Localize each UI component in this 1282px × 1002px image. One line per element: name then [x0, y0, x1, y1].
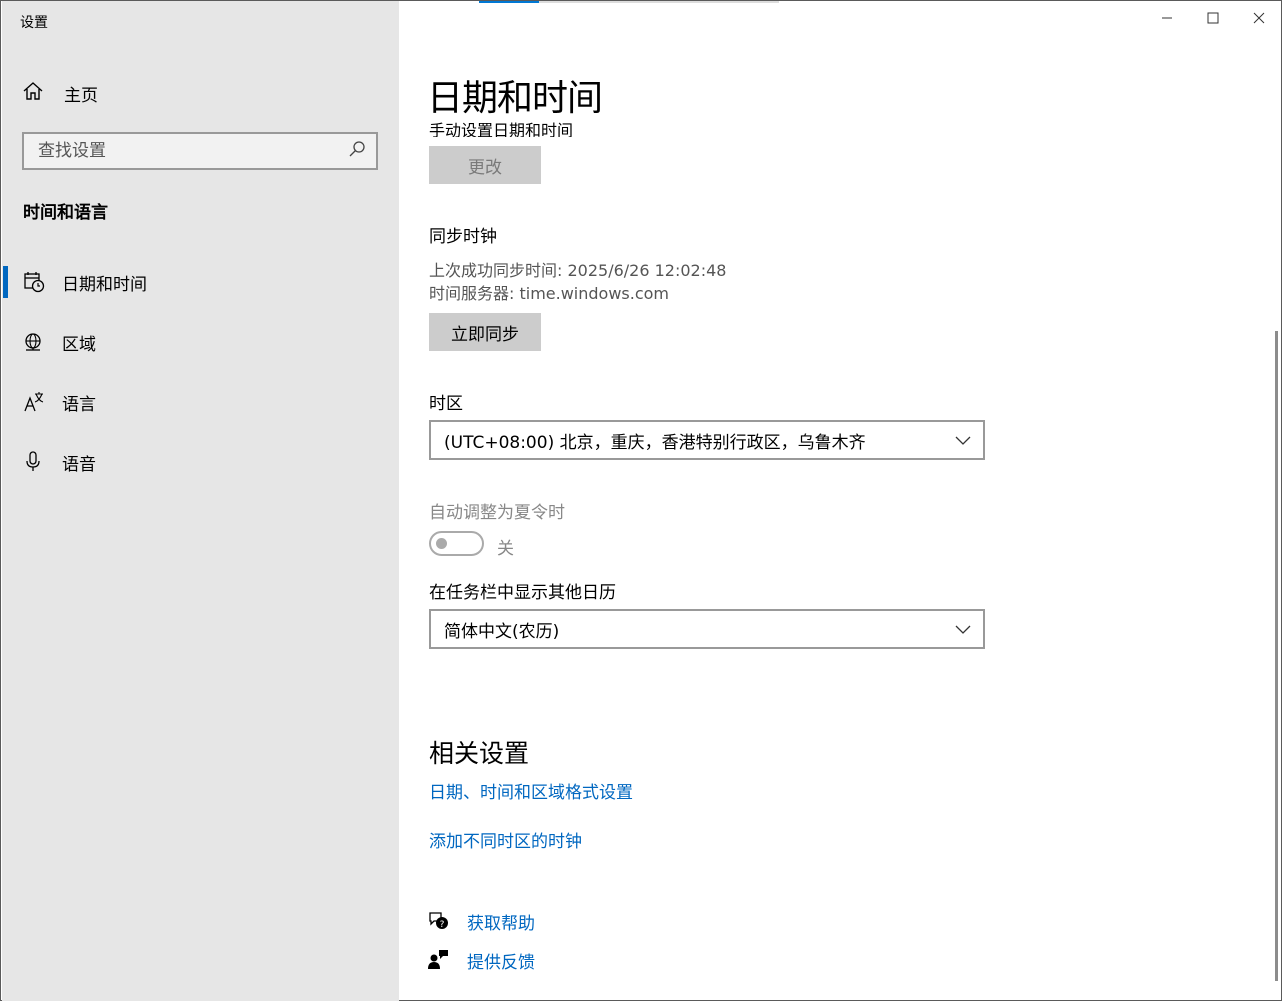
timezone-select[interactable]: (UTC+08:00) 北京，重庆，香港特别行政区，乌鲁木齐 [429, 420, 985, 460]
close-button[interactable] [1236, 5, 1282, 31]
section-title: 时间和语言 [23, 203, 108, 223]
change-button[interactable]: 更改 [429, 146, 541, 184]
vertical-scrollbar[interactable] [1275, 331, 1278, 981]
indicator [3, 446, 8, 478]
svg-text:?: ? [440, 920, 445, 930]
manual-set-label: 手动设置日期和时间 [429, 121, 574, 137]
sidebar-item-region[interactable]: 区域 [3, 322, 399, 362]
globe-icon [23, 331, 45, 353]
feedback-link[interactable]: 提供反馈 [467, 948, 535, 973]
maximize-icon [1207, 12, 1219, 24]
last-sync-text: 上次成功同步时间: 2025/6/26 12:02:48 [429, 261, 727, 280]
search-input[interactable] [36, 140, 348, 162]
get-help-link[interactable]: 获取帮助 [467, 909, 535, 934]
search-icon[interactable] [348, 140, 366, 162]
dst-state-label: 关 [497, 539, 514, 559]
settings-window: 设置 主页 时间和语言 日期和时间 区域 [0, 0, 1282, 1001]
maximize-button[interactable] [1190, 5, 1236, 31]
sidebar-item-label: 语音 [62, 454, 96, 475]
home-icon [22, 80, 44, 106]
get-help-row[interactable]: ? 获取帮助 [427, 908, 535, 934]
feedback-row[interactable]: 提供反馈 [427, 947, 535, 973]
toggle-knob [436, 538, 447, 549]
chevron-down-icon [955, 431, 971, 450]
app-title: 设置 [20, 15, 48, 31]
search-box[interactable] [22, 132, 378, 170]
timezone-label: 时区 [429, 394, 463, 414]
chevron-down-icon [955, 620, 971, 639]
main-content: 日期和时间 手动设置日期和时间 更改 同步时钟 上次成功同步时间: 2025/6… [399, 1, 1282, 1002]
format-settings-link[interactable]: 日期、时间和区域格式设置 [429, 778, 633, 803]
calendar-clock-icon [23, 271, 45, 293]
calendar-label: 在任务栏中显示其他日历 [429, 583, 616, 603]
sidebar-item-label: 日期和时间 [62, 274, 147, 295]
timezone-value: (UTC+08:00) 北京，重庆，香港特别行政区，乌鲁木齐 [444, 432, 866, 453]
feedback-icon [427, 948, 451, 972]
sidebar-item-label: 区域 [62, 334, 96, 355]
home-nav-item[interactable]: 主页 [22, 79, 98, 107]
dst-toggle[interactable] [429, 531, 484, 556]
dst-label: 自动调整为夏令时 [429, 503, 565, 523]
help-chat-icon: ? [427, 909, 451, 933]
sidebar-item-language[interactable]: 语言 [3, 382, 399, 422]
calendar-select[interactable]: 简体中文(农历) [429, 609, 985, 649]
microphone-icon [23, 451, 45, 473]
sidebar-item-date-time[interactable]: 日期和时间 [3, 262, 399, 302]
additional-clocks-link[interactable]: 添加不同时区的时钟 [429, 827, 582, 852]
minimize-button[interactable] [1144, 5, 1190, 31]
sidebar-item-label: 语言 [62, 394, 96, 415]
home-label: 主页 [64, 85, 98, 106]
indicator [3, 326, 8, 358]
minimize-icon [1162, 17, 1172, 19]
top-progress-strip [479, 1, 779, 3]
calendar-value: 简体中文(农历) [444, 621, 560, 642]
indicator [3, 386, 8, 418]
sync-heading: 同步时钟 [429, 227, 497, 247]
language-icon [23, 391, 45, 413]
sidebar: 设置 主页 时间和语言 日期和时间 区域 [2, 1, 399, 1001]
close-icon [1253, 12, 1265, 24]
sync-now-button[interactable]: 立即同步 [429, 313, 541, 351]
time-server-text: 时间服务器: time.windows.com [429, 284, 670, 303]
related-settings-heading: 相关设置 [429, 739, 530, 768]
active-indicator [3, 266, 8, 298]
sidebar-item-speech[interactable]: 语音 [3, 442, 399, 482]
